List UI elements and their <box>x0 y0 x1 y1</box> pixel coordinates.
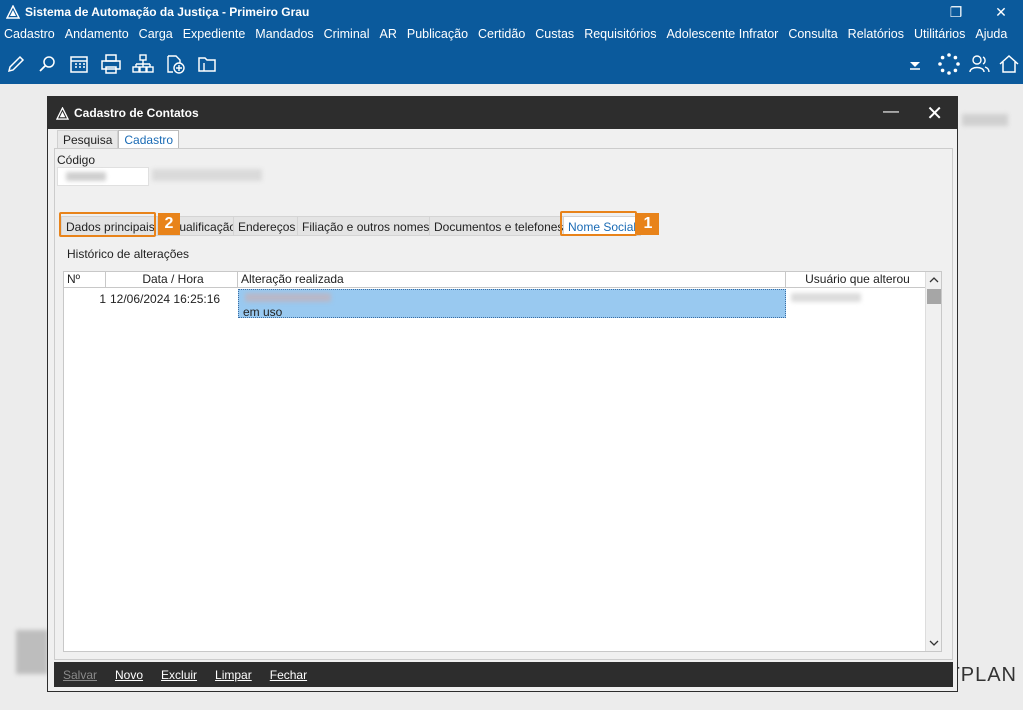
menu-adolescente-infrator[interactable]: Adolescente Infrator <box>666 27 778 41</box>
menu-ar[interactable]: AR <box>380 27 397 41</box>
menu-publicacao[interactable]: Publicação <box>407 27 468 41</box>
close-icon: ✕ <box>926 103 943 125</box>
edit-icon[interactable] <box>5 53 27 75</box>
col-header-num[interactable]: Nº <box>64 272 106 288</box>
app-logo-icon <box>6 5 20 19</box>
blurred-background-image <box>16 630 48 674</box>
menu-utilitarios[interactable]: Utilitários <box>914 27 965 41</box>
top-tabs: Pesquisa Cadastro <box>57 130 180 148</box>
org-chart-icon[interactable] <box>132 53 154 75</box>
toolbar <box>0 44 1023 84</box>
restore-button[interactable]: ❐ <box>933 0 979 24</box>
dialog-footer: Salvar Novo Excluir Limpar Fechar <box>54 662 953 687</box>
fechar-button[interactable]: Fechar <box>270 668 307 682</box>
history-grid: Nº Data / Hora Alteração realizada Usuár… <box>63 271 942 652</box>
redacted-change-text <box>245 293 331 302</box>
tab-cadastro[interactable]: Cadastro <box>118 130 180 148</box>
excluir-button[interactable]: Excluir <box>161 668 197 682</box>
cell-datetime: 12/06/2024 16:25:16 <box>110 292 221 306</box>
salvar-button[interactable]: Salvar <box>63 668 97 682</box>
menu-consulta[interactable]: Consulta <box>788 27 837 41</box>
users-icon[interactable] <box>968 53 990 75</box>
calendar-icon[interactable] <box>68 53 90 75</box>
contacts-dialog: Cadastro de Contatos — ✕ Pesquisa Cadast… <box>47 96 958 692</box>
menu-custas[interactable]: Custas <box>535 27 574 41</box>
scrollbar-thumb[interactable] <box>927 289 941 304</box>
annotation-badge-1: 1 <box>637 213 659 235</box>
dialog-minimize-button[interactable]: — <box>883 103 899 121</box>
codigo-field[interactable] <box>57 167 149 186</box>
close-icon: ✕ <box>995 3 1007 20</box>
scroll-down-icon[interactable] <box>926 635 942 651</box>
app-close-button[interactable]: ✕ <box>978 0 1023 24</box>
tab-pesquisa[interactable]: Pesquisa <box>57 130 119 148</box>
menu-carga[interactable]: Carga <box>139 27 173 41</box>
menu-andamento[interactable]: Andamento <box>65 27 129 41</box>
codigo-label: Código <box>57 153 96 167</box>
menu-ajuda[interactable]: Ajuda <box>975 27 1007 41</box>
cell-change-text: em uso <box>243 305 283 319</box>
menu-mandados[interactable]: Mandados <box>255 27 313 41</box>
tab-enderecos[interactable]: Endereços <box>233 216 301 236</box>
dialog-titlebar: Cadastro de Contatos <box>48 97 957 129</box>
table-row[interactable]: 1 12/06/2024 16:25:16 em uso <box>64 289 926 319</box>
cell-change-selected[interactable]: em uso <box>238 289 786 319</box>
redacted-codigo <box>66 172 106 181</box>
loading-icon <box>938 53 960 75</box>
dialog-close-button[interactable]: ✕ <box>926 101 943 126</box>
col-header-change[interactable]: Alteração realizada <box>238 272 786 288</box>
menu-criminal[interactable]: Criminal <box>324 27 370 41</box>
scroll-up-icon[interactable] <box>926 272 942 288</box>
menu-certidao[interactable]: Certidão <box>478 27 525 41</box>
dialog-logo-icon <box>56 106 69 120</box>
search-docs-icon[interactable] <box>37 53 59 75</box>
folder-icon[interactable] <box>196 53 218 75</box>
printer-icon[interactable] <box>100 53 122 75</box>
menu-requisitorios[interactable]: Requisitórios <box>584 27 656 41</box>
blurred-background-text <box>962 114 1008 126</box>
tab-documentos-telefones[interactable]: Documentos e telefones <box>429 216 569 236</box>
dialog-title: Cadastro de Contatos <box>74 106 199 120</box>
redacted-name <box>152 169 262 181</box>
novo-button[interactable]: Novo <box>115 668 143 682</box>
annotation-box-1 <box>560 211 637 236</box>
annotation-box-2 <box>59 212 156 237</box>
minimize-icon: — <box>883 103 899 120</box>
menu-cadastro[interactable]: Cadastro <box>4 27 55 41</box>
vertical-scrollbar[interactable] <box>925 272 941 651</box>
home-icon[interactable] <box>998 53 1020 75</box>
menu-bar: Cadastro Andamento Carga Expediente Mand… <box>0 24 1023 44</box>
app-titlebar: Sistema de Automação da Justiça - Primei… <box>0 0 1023 24</box>
cell-user-redacted <box>791 293 861 302</box>
add-file-icon[interactable] <box>164 53 186 75</box>
menu-expediente[interactable]: Expediente <box>183 27 246 41</box>
menu-relatorios[interactable]: Relatórios <box>848 27 904 41</box>
grid-header: Nº Data / Hora Alteração realizada Usuár… <box>64 272 926 288</box>
tab-filiacao[interactable]: Filiação e outros nomes <box>297 216 435 236</box>
cell-num: 1 <box>99 292 106 306</box>
col-header-user[interactable]: Usuário que alterou <box>786 272 926 288</box>
app-title: Sistema de Automação da Justiça - Primei… <box>25 5 310 19</box>
col-header-datetime[interactable]: Data / Hora <box>106 272 238 288</box>
dropdown-icon[interactable] <box>904 53 926 75</box>
annotation-badge-2: 2 <box>158 213 180 235</box>
restore-icon: ❐ <box>949 3 963 20</box>
history-title: Histórico de alterações <box>67 247 190 261</box>
limpar-button[interactable]: Limpar <box>215 668 252 682</box>
